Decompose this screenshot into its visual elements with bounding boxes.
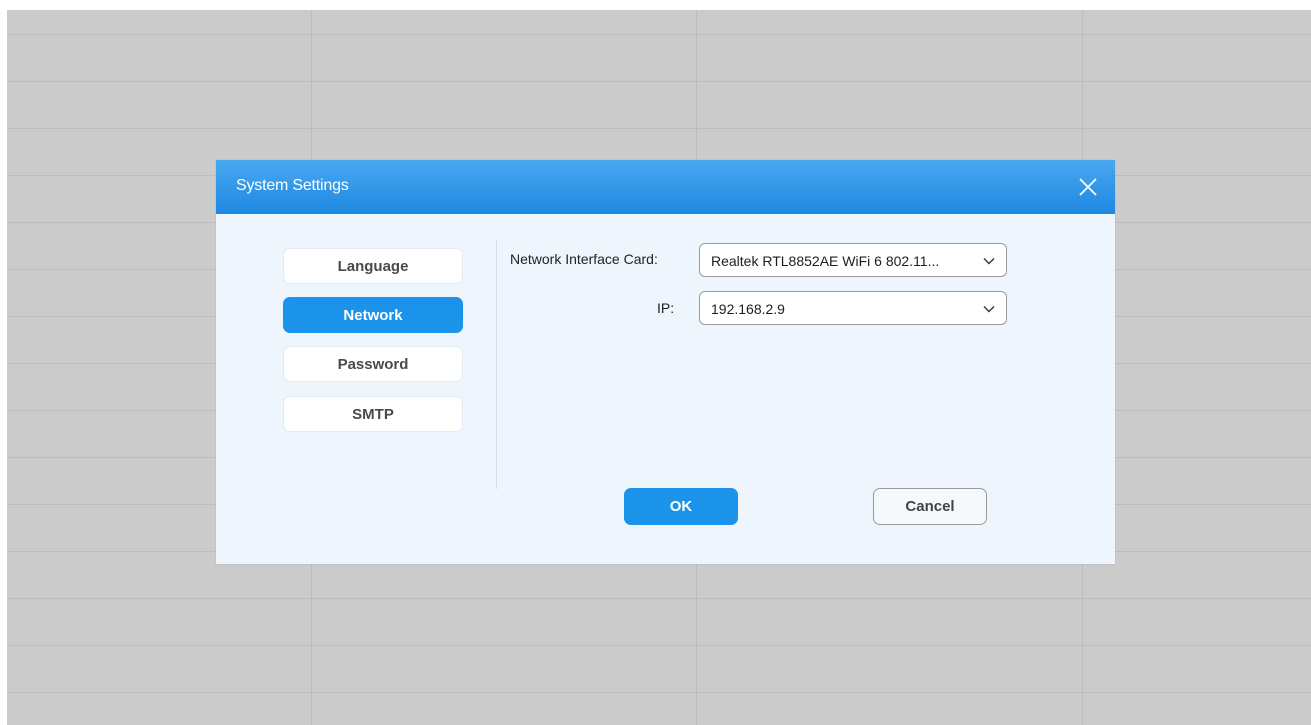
system-settings-dialog: System Settings Language Network Passwor… [216, 160, 1115, 564]
grid-line [7, 598, 1311, 599]
cancel-button[interactable]: Cancel [873, 488, 987, 525]
grid-line [7, 645, 1311, 646]
ok-button[interactable]: OK [624, 488, 738, 525]
grid-line [7, 81, 1311, 82]
dialog-titlebar: System Settings [216, 160, 1115, 214]
nav-item-smtp[interactable]: SMTP [283, 396, 463, 432]
close-icon [1079, 178, 1097, 196]
nic-select[interactable]: Realtek RTL8852AE WiFi 6 802.11... [699, 243, 1007, 277]
close-button[interactable] [1075, 174, 1101, 200]
nic-select-value: Realtek RTL8852AE WiFi 6 802.11... [711, 253, 940, 269]
nic-label: Network Interface Card: [510, 251, 658, 267]
ip-select[interactable]: 192.168.2.9 [699, 291, 1007, 325]
nav-item-network[interactable]: Network [283, 297, 463, 333]
chevron-down-icon [983, 258, 995, 265]
grid-line [7, 34, 1311, 35]
nav-item-language[interactable]: Language [283, 248, 463, 284]
panel-divider [496, 240, 497, 489]
grid-line [7, 692, 1311, 693]
dialog-title: System Settings [236, 177, 349, 194]
ip-label: IP: [657, 300, 675, 316]
nav-item-password[interactable]: Password [283, 346, 463, 382]
screen: System Settings Language Network Passwor… [0, 0, 1311, 725]
grid-line [7, 128, 1311, 129]
chevron-down-icon [983, 306, 995, 313]
ip-select-value: 192.168.2.9 [711, 301, 785, 317]
